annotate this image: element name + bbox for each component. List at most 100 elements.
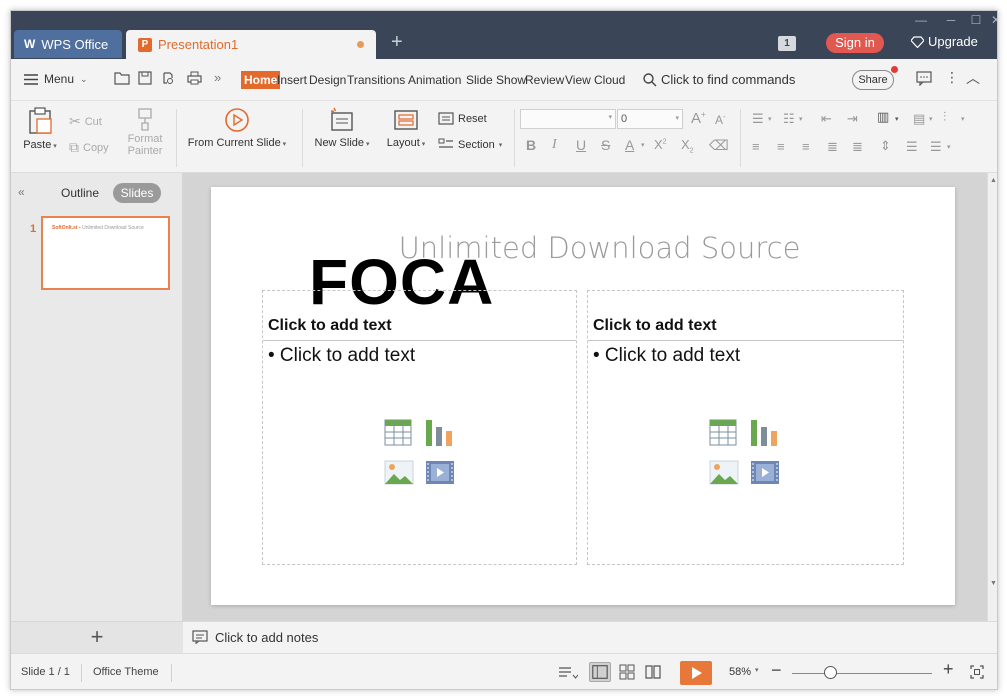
play-slideshow-button[interactable] xyxy=(680,661,712,685)
decrease-indent-icon[interactable]: ⇤ xyxy=(821,111,832,127)
sign-in-button[interactable]: Sign in xyxy=(826,33,884,53)
eraser-icon[interactable]: ⌫ xyxy=(709,137,729,154)
font-name-select[interactable]: ▾ xyxy=(520,109,616,129)
format-painter-button[interactable]: Format Painter xyxy=(123,107,167,157)
menu-dash-icon[interactable]: — xyxy=(911,13,931,27)
zoom-level[interactable]: 58% xyxy=(729,666,751,678)
new-slide-dropdown-icon[interactable]: ▾ xyxy=(364,141,370,148)
numbering-dropdown-icon[interactable]: ▾ xyxy=(799,115,803,123)
reading-view-icon[interactable] xyxy=(645,664,661,680)
notes-placeholder[interactable]: Click to add notes xyxy=(215,630,318,645)
section-button[interactable]: Section ▾ xyxy=(438,138,502,151)
scroll-down-icon[interactable]: ▼ xyxy=(990,580,997,587)
insert-chart-icon[interactable] xyxy=(425,419,453,446)
bullets-icon[interactable]: ☰ xyxy=(752,111,764,127)
text-direction-dropdown-icon[interactable]: ▾ xyxy=(895,115,899,123)
share-button[interactable]: Share xyxy=(852,70,894,90)
insert-chart-icon[interactable] xyxy=(750,419,778,446)
right-bullet[interactable]: • Click to add text xyxy=(593,345,740,367)
minimize-icon[interactable]: ─ xyxy=(941,13,961,27)
tab-animation[interactable]: Animation xyxy=(408,73,461,87)
line-spacing-icon[interactable]: ⇕ xyxy=(880,138,891,154)
cut-button[interactable]: ✂ Cut xyxy=(69,113,102,130)
layout-button[interactable]: Layout ▾ xyxy=(382,107,430,149)
slide-thumbnail[interactable]: SoftOnIt.st ▪ Unlimited Download Source xyxy=(41,216,170,290)
paste-button[interactable]: Paste ▾ xyxy=(21,107,59,151)
tab-cloud[interactable]: Cloud xyxy=(594,73,625,87)
columns-dropdown-icon[interactable]: ▾ xyxy=(961,115,965,123)
insert-table-icon[interactable] xyxy=(384,419,412,446)
insert-table-icon[interactable] xyxy=(709,419,737,446)
save-icon[interactable] xyxy=(138,71,152,85)
from-current-slide-button[interactable]: From Current Slide ▾ xyxy=(183,107,291,149)
tab-insert[interactable]: Insert xyxy=(277,73,307,87)
more-vertical-icon[interactable]: ⋮ xyxy=(945,69,959,86)
tab-slide-show[interactable]: Slide Show xyxy=(466,73,526,87)
upgrade-button[interactable]: Upgrade xyxy=(911,34,978,49)
slide-sorter-icon[interactable] xyxy=(619,664,635,680)
align-text-icon[interactable]: ▤ xyxy=(913,111,925,127)
fit-window-icon[interactable] xyxy=(970,665,984,679)
collapse-panel-icon[interactable]: « xyxy=(18,185,25,199)
theme-name[interactable]: Office Theme xyxy=(93,666,159,678)
paragraph-spacing-icon[interactable]: ☰ xyxy=(906,139,918,155)
open-folder-icon[interactable] xyxy=(114,71,130,85)
tab-wps-office[interactable]: W WPS Office xyxy=(14,30,122,58)
left-bullet[interactable]: • Click to add text xyxy=(268,345,415,367)
comment-icon[interactable] xyxy=(916,71,932,86)
distribute-icon[interactable]: ≣ xyxy=(852,139,863,155)
align-text-dropdown-icon[interactable]: ▾ xyxy=(929,115,933,123)
zoom-out-icon[interactable]: − xyxy=(771,660,782,681)
add-slide-button[interactable]: + xyxy=(11,621,183,653)
justify-icon[interactable]: ≣ xyxy=(827,139,838,155)
slide[interactable]: Unlimited Download Source FOCA Click to … xyxy=(211,187,955,605)
tab-view[interactable]: View xyxy=(565,73,591,87)
tab-outline[interactable]: Outline xyxy=(56,183,104,203)
paragraph-icon[interactable]: ☰ xyxy=(930,139,942,155)
left-content-placeholder[interactable]: Click to add text • Click to add text xyxy=(262,290,577,565)
find-commands[interactable]: Click to find commands xyxy=(643,72,795,87)
superscript-icon[interactable]: X2 xyxy=(654,137,667,152)
maximize-icon[interactable]: ☐ xyxy=(966,13,986,27)
new-slide-button[interactable]: New Slide ▾ xyxy=(309,107,375,149)
align-left-icon[interactable]: ≡ xyxy=(752,139,760,154)
insert-picture-icon[interactable] xyxy=(384,460,414,485)
paragraph-dropdown-icon[interactable]: ▾ xyxy=(947,143,951,151)
tab-slides[interactable]: Slides xyxy=(113,183,161,203)
columns-icon[interactable]: ⫶ xyxy=(943,109,946,125)
text-direction-icon[interactable]: ▥ xyxy=(877,109,889,125)
font-color-icon[interactable]: A xyxy=(625,137,634,153)
normal-view-icon[interactable] xyxy=(589,662,611,682)
vertical-scrollbar[interactable]: ▲ ▼ xyxy=(987,173,997,621)
tab-transitions[interactable]: Transitions xyxy=(347,73,405,87)
bold-icon[interactable]: B xyxy=(526,137,536,153)
decrease-font-icon[interactable]: A- xyxy=(715,112,726,127)
menu-button[interactable]: Menu ⌄ xyxy=(24,72,88,86)
right-heading[interactable]: Click to add text xyxy=(593,317,717,335)
notes-toggle-icon[interactable] xyxy=(558,666,578,680)
left-heading[interactable]: Click to add text xyxy=(268,317,392,335)
font-color-dropdown-icon[interactable]: ▾ xyxy=(641,141,645,149)
reset-button[interactable]: Reset xyxy=(438,112,487,125)
zoom-dropdown-icon[interactable]: ▾ xyxy=(755,666,759,674)
tab-design[interactable]: Design xyxy=(309,73,346,87)
print-icon[interactable] xyxy=(187,71,202,85)
increase-font-icon[interactable]: A+ xyxy=(691,110,706,127)
zoom-slider[interactable] xyxy=(792,673,932,674)
zoom-in-icon[interactable]: + xyxy=(943,659,954,680)
right-content-placeholder[interactable]: Click to add text • Click to add text xyxy=(587,290,904,565)
collapse-ribbon-icon[interactable]: ︿ xyxy=(966,68,980,88)
increase-indent-icon[interactable]: ⇥ xyxy=(847,111,858,127)
zoom-slider-handle[interactable] xyxy=(824,666,837,679)
insert-picture-icon[interactable] xyxy=(709,460,739,485)
align-right-icon[interactable]: ≡ xyxy=(802,139,810,154)
tab-presentation[interactable]: P Presentation1 xyxy=(126,30,376,59)
window-counter-badge[interactable]: 1 xyxy=(778,36,796,51)
font-size-select[interactable]: 0 ▾ xyxy=(617,109,683,129)
tab-review[interactable]: Review xyxy=(525,73,564,87)
scroll-up-icon[interactable]: ▲ xyxy=(990,177,997,184)
insert-video-icon[interactable] xyxy=(425,460,455,485)
from-current-dropdown-icon[interactable]: ▾ xyxy=(281,141,287,148)
align-center-icon[interactable]: ≡ xyxy=(777,139,785,154)
notes-pane[interactable]: Click to add notes xyxy=(183,621,997,653)
